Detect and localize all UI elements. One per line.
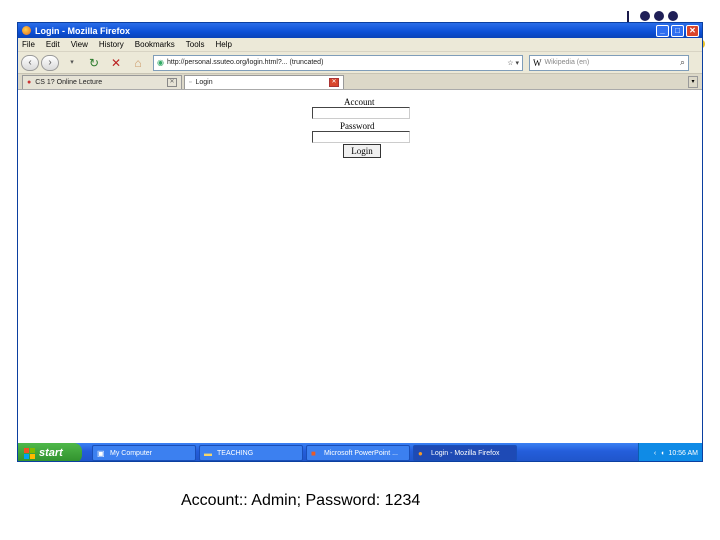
search-engine-icon[interactable]: W xyxy=(533,58,542,68)
tray-arrow-icon[interactable]: ‹ xyxy=(654,450,656,457)
close-button[interactable]: ✕ xyxy=(686,24,699,37)
task-my-computer[interactable]: ▣ My Computer xyxy=(92,445,196,461)
tab-lecture[interactable]: ● CS 1? Online Lecture ✕ xyxy=(22,75,182,89)
tab-favicon: ● xyxy=(27,79,32,86)
system-tray: ‹ ◖ 10:56 AM xyxy=(638,443,702,461)
url-text: http://personal.ssuteo.org/login.html?..… xyxy=(166,59,324,66)
task-powerpoint[interactable]: ■ Microsoft PowerPoint ... xyxy=(306,445,410,461)
search-bar[interactable]: W Wikipedia (en) ⌕ xyxy=(529,54,689,71)
tab-close-icon[interactable]: ✕ xyxy=(167,78,177,87)
taskbar: start ▣ My Computer ▬ TEACHING ■ Microso… xyxy=(18,443,702,461)
task-label: Login - Mozilla Firefox xyxy=(431,449,500,457)
folder-icon: ▬ xyxy=(204,448,212,458)
account-label: Account xyxy=(344,97,375,107)
powerpoint-icon: ■ xyxy=(311,448,316,458)
menu-file[interactable]: File xyxy=(22,40,35,49)
window-title: Login - Mozilla Firefox xyxy=(35,25,130,36)
login-button[interactable]: Login xyxy=(343,144,381,158)
browser-window: Login - Mozilla Firefox _ □ ✕ File Edit … xyxy=(17,22,703,462)
menu-help[interactable]: Help xyxy=(215,40,231,49)
menu-bookmarks[interactable]: Bookmarks xyxy=(135,40,175,49)
task-firefox[interactable]: ● Login - Mozilla Firefox xyxy=(413,445,517,461)
back-arrow-icon: ‹ xyxy=(28,56,32,68)
history-dropdown-icon[interactable]: ▾ xyxy=(64,55,80,71)
back-button[interactable]: ‹ xyxy=(21,54,39,71)
tab-list-icon[interactable]: ▾ xyxy=(688,76,698,88)
password-input[interactable] xyxy=(312,131,410,143)
tab-label: CS 1? Online Lecture xyxy=(35,79,103,86)
home-icon[interactable]: ⌂ xyxy=(130,55,146,71)
search-icon[interactable]: ⌕ xyxy=(680,57,685,68)
tab-bar: ● CS 1? Online Lecture ✕ ▫ Login ✕ ▾ xyxy=(18,74,702,90)
tab-close-icon[interactable]: ✕ xyxy=(329,78,339,87)
tab-label: Login xyxy=(195,79,213,86)
start-button[interactable]: start xyxy=(18,443,82,461)
windows-logo-icon xyxy=(24,447,35,459)
navigation-toolbar: ‹ › ▾ ↻ ✕ ⌂ ◉ http://personal.ssuteo.org… xyxy=(18,52,702,74)
task-teaching[interactable]: ▬ TEACHING xyxy=(199,445,303,461)
password-label: Password xyxy=(340,121,375,131)
tab-login[interactable]: ▫ Login ✕ xyxy=(184,75,344,89)
account-input[interactable] xyxy=(312,107,410,119)
slide-caption: Account:: Admin; Password: 1234 xyxy=(181,492,421,509)
page-favicon: ◉ xyxy=(157,58,164,67)
volume-icon[interactable]: ◖ xyxy=(660,450,664,457)
decorative-dots xyxy=(640,11,678,21)
title-bar[interactable]: Login - Mozilla Firefox _ □ ✕ xyxy=(18,23,702,38)
forward-arrow-icon: › xyxy=(48,56,52,68)
maximize-button[interactable]: □ xyxy=(671,24,684,37)
url-bar[interactable]: ◉ http://personal.ssuteo.org/login.html?… xyxy=(153,54,523,71)
menu-bar: File Edit View History Bookmarks Tools H… xyxy=(18,38,702,52)
menu-edit[interactable]: Edit xyxy=(46,40,60,49)
search-placeholder: Wikipedia (en) xyxy=(544,59,590,66)
computer-icon: ▣ xyxy=(97,448,105,458)
firefox-icon: ● xyxy=(418,448,423,458)
menu-history[interactable]: History xyxy=(99,40,124,49)
slide: Login - Mozilla Firefox _ □ ✕ File Edit … xyxy=(0,0,720,540)
task-label: TEACHING xyxy=(217,449,254,457)
task-label: Microsoft PowerPoint ... xyxy=(324,449,398,457)
page-content: Account Password Login xyxy=(18,91,702,439)
stop-icon[interactable]: ✕ xyxy=(108,55,124,71)
minimize-button[interactable]: _ xyxy=(656,24,669,37)
menu-view[interactable]: View xyxy=(71,40,88,49)
menu-tools[interactable]: Tools xyxy=(186,40,205,49)
forward-button[interactable]: › xyxy=(41,54,59,71)
firefox-icon xyxy=(22,26,31,35)
start-label: start xyxy=(39,447,63,459)
task-label: My Computer xyxy=(110,449,153,457)
url-dropdown-icon[interactable]: ☆ ▾ xyxy=(507,59,519,67)
tab-favicon: ▫ xyxy=(189,79,192,86)
reload-icon[interactable]: ↻ xyxy=(86,55,102,71)
clock[interactable]: 10:56 AM xyxy=(668,450,698,457)
